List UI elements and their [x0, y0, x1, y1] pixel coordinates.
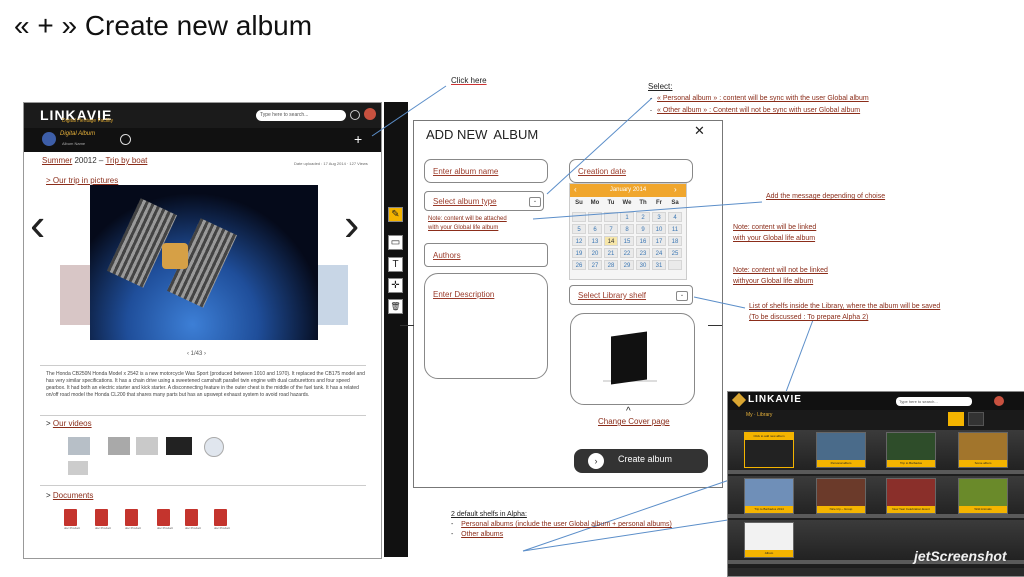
- library-breadcrumb: My · Library: [746, 412, 773, 418]
- note-not-linked-line2: withyour Global life album: [733, 278, 814, 285]
- note-linked-line1: Note: content will be linked: [733, 224, 817, 231]
- library-toolbar: My · Library: [728, 410, 1024, 430]
- default-item2-text: Other albums: [461, 531, 504, 538]
- select-annotation-item2: - « Other album » : Content will not be …: [650, 107, 861, 114]
- album-tile[interactable]: Trip to Barbados: [886, 432, 936, 468]
- avatar[interactable]: [994, 396, 1004, 406]
- tile-caption: Nice trip – Group: [817, 506, 865, 513]
- album-tile[interactable]: Some album: [958, 432, 1008, 468]
- tile-caption: Personal album: [817, 460, 865, 467]
- linkavie-logo: LINKAVIE: [748, 394, 802, 405]
- note-linked-line2: with your Global life album: [733, 235, 816, 242]
- library-search-input[interactable]: Type here to search...: [896, 397, 972, 406]
- personal-album-term: « Personal album » :: [657, 95, 724, 102]
- album-tile[interactable]: Trip to Barbados 2014: [744, 478, 794, 514]
- select-annotation-title: Select:: [648, 82, 673, 91]
- album-tile-new[interactable]: Click to add new album: [744, 432, 794, 468]
- default-shelves-annotation: 2 default shelfs in Alpha: - Personal al…: [451, 510, 711, 540]
- default-shelves-title: 2 default shelfs in Alpha:: [451, 511, 527, 518]
- shelf-plank: [728, 470, 1024, 474]
- tile-caption: Some album: [959, 460, 1007, 467]
- tile-caption: Trip to Barbados: [887, 460, 935, 467]
- album-tile[interactable]: Album: [744, 522, 794, 558]
- default-item1-text: Personal albums (include the user Global…: [461, 521, 672, 528]
- tile-caption: Trip to Barbados 2014: [745, 506, 793, 513]
- tile-caption: Wild Animals: [959, 506, 1007, 513]
- shelves-line2: (To be discussed : To prepare Alpha 2): [749, 314, 869, 321]
- tile-caption: Album: [745, 550, 793, 557]
- add-message-annotation: Add the message depending of choise: [766, 193, 886, 200]
- select-annotation-item1: - « Personal album » : content will be s…: [650, 95, 869, 102]
- shelf-plank: [728, 514, 1024, 518]
- tile-caption: New Year Celebration Event: [887, 506, 935, 513]
- album-tile[interactable]: New Year Celebration Event: [886, 478, 936, 514]
- album-tile[interactable]: Wild Animals: [958, 478, 1008, 514]
- album-tile[interactable]: Personal album: [816, 432, 866, 468]
- view-toggle-button[interactable]: [968, 412, 984, 426]
- logo-mark: [731, 392, 747, 408]
- watermark: jetScreenshot: [914, 548, 1007, 564]
- default-shelves-item1: - Personal albums (include the user Glob…: [451, 521, 672, 528]
- default-shelves-item2: - Other albums: [451, 531, 504, 538]
- personal-album-desc: content will be sync with the user Globa…: [723, 95, 869, 102]
- shelves-annotation: List of shelfs inside the Library, where…: [749, 301, 940, 323]
- note-not-linked-annotation: Note: content will not be linked withyour…: [733, 265, 828, 287]
- other-album-term: « Other album » :: [657, 107, 714, 114]
- shelves-line1: List of shelfs inside the Library, where…: [749, 303, 941, 310]
- other-album-desc: Content will not be sync with user Globa…: [713, 107, 861, 114]
- note-not-linked-line1: Note: content will not be linked: [733, 267, 828, 274]
- album-tile[interactable]: Nice trip – Group: [816, 478, 866, 514]
- tile-caption: Click to add new album: [745, 433, 793, 440]
- note-linked-annotation: Note: content will be linked with your Gl…: [733, 222, 816, 244]
- add-album-tile-button[interactable]: [948, 412, 964, 426]
- click-here-annotation: Click here: [451, 76, 487, 85]
- library-navbar: LINKAVIE Type here to search...: [728, 392, 1024, 410]
